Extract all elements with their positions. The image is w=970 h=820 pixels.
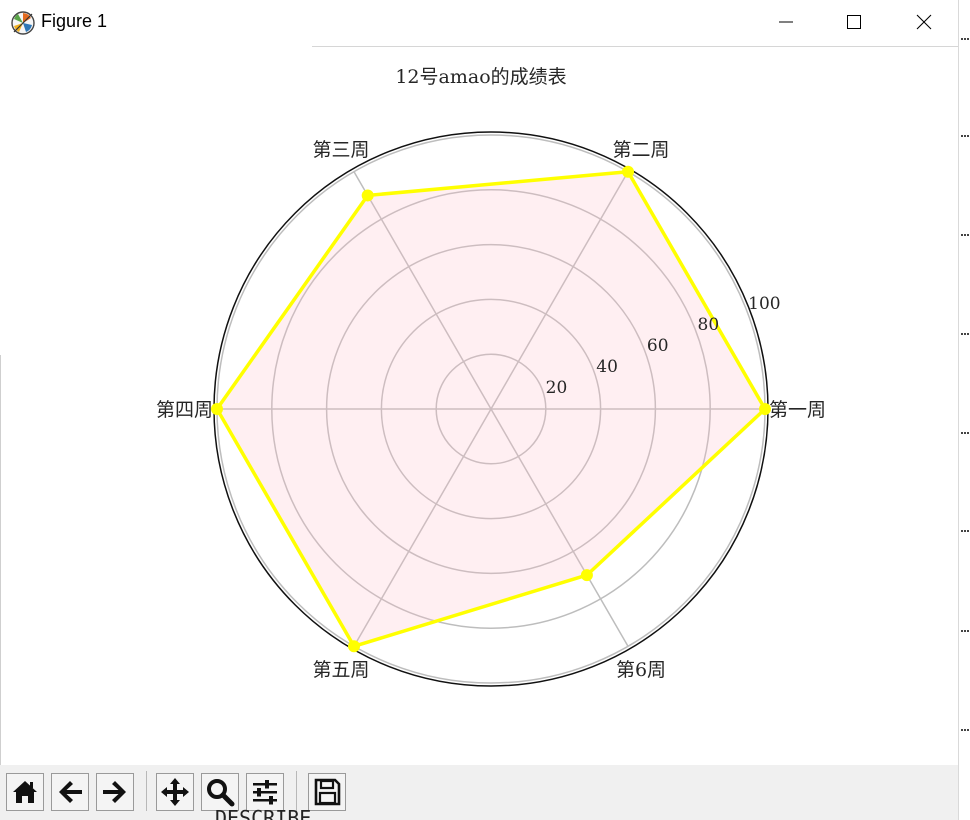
background-text: DESCRIBE ... ...	[215, 808, 408, 820]
magnifier-icon	[207, 779, 235, 807]
sliders-icon	[253, 780, 277, 805]
data-point	[580, 569, 593, 582]
data-point	[361, 189, 374, 202]
strip-mark	[961, 729, 969, 733]
data-point	[348, 640, 360, 653]
figure-window: Figure 1 20 40 60 80 100 第一周 第二周 第三周 第四周 第五周 第6周 12…	[0, 0, 959, 820]
strip-mark	[961, 530, 969, 534]
category-label: 第二周	[612, 139, 669, 161]
zoom-button[interactable]	[201, 773, 239, 811]
configure-subplots-button[interactable]	[246, 773, 284, 811]
radial-tick-label: 100	[748, 294, 780, 314]
forward-button[interactable]	[96, 773, 134, 811]
arrow-right-icon	[103, 781, 126, 803]
category-label: 第6周	[616, 659, 666, 681]
strip-mark	[961, 630, 969, 634]
data-point	[622, 165, 634, 178]
toolbar-separator	[146, 771, 147, 811]
category-label: 第三周	[312, 139, 369, 161]
strip-mark	[961, 135, 969, 139]
category-label: 第五周	[312, 659, 369, 681]
strip-mark	[961, 333, 969, 337]
home-icon	[13, 781, 37, 803]
radial-tick-label: 80	[698, 315, 720, 335]
back-button[interactable]	[51, 773, 89, 811]
radial-tick-label: 40	[596, 357, 618, 377]
arrow-left-icon	[59, 781, 82, 803]
category-label: 第四周	[156, 399, 213, 421]
radial-tick-label: 60	[647, 336, 669, 356]
series-fill	[217, 171, 765, 647]
radar-chart: 20 40 60 80 100 第一周 第二周 第三周第四周第五周 第6周 12号amao的成绩表	[156, 66, 826, 687]
strip-mark	[961, 234, 969, 238]
move-icon	[161, 778, 189, 806]
home-button[interactable]	[6, 773, 44, 811]
radial-tick-label: 20	[546, 378, 568, 398]
floppy-disk-icon	[314, 778, 341, 806]
category-label: 第一周	[769, 399, 826, 421]
strip-mark	[961, 38, 969, 42]
chart-title: 12号amao的成绩表	[395, 66, 566, 88]
pan-button[interactable]	[156, 773, 194, 811]
save-button[interactable]	[308, 773, 346, 811]
strip-mark	[961, 432, 969, 436]
background-window-edge	[959, 0, 970, 820]
toolbar-separator	[296, 771, 297, 811]
